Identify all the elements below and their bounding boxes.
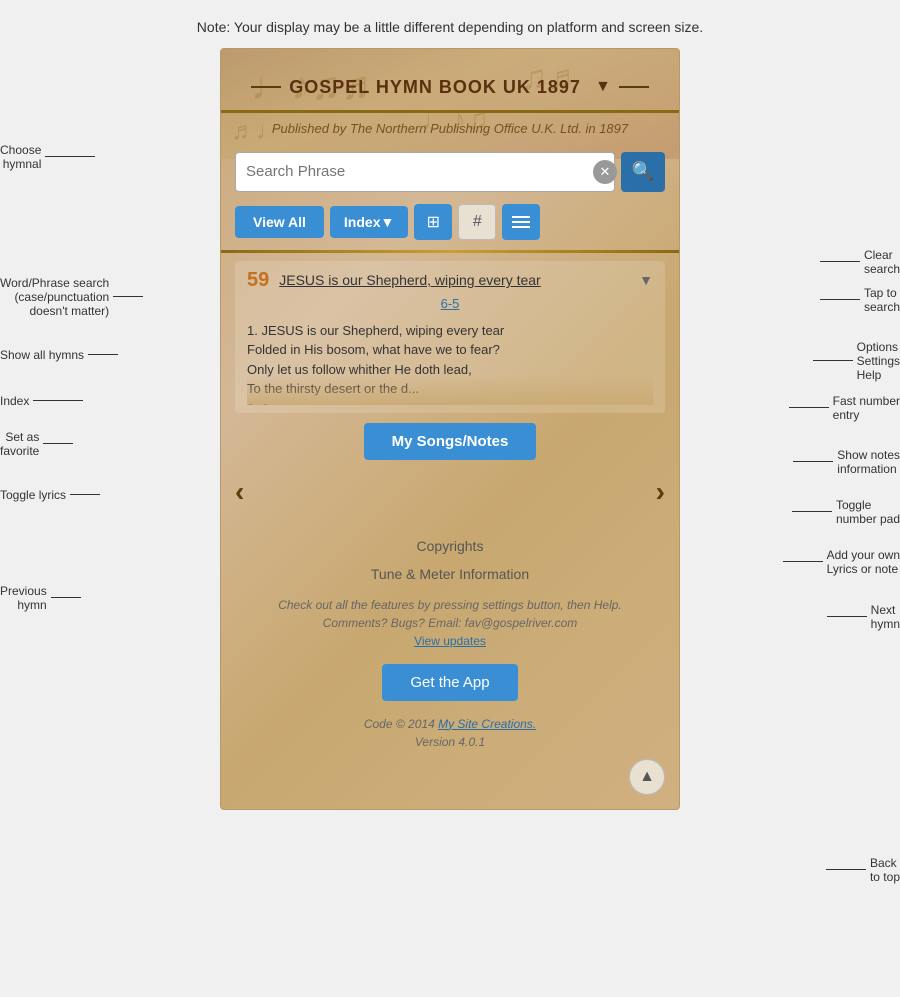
search-row: ✕ 🔍 (221, 146, 679, 200)
hymnal-title-content: GOSPEL HYMN BOOK UK 1897 ▼ (251, 77, 649, 98)
grid-icon: ⊞ (427, 212, 440, 232)
lyric-line-4: To the thirsty desert or the d... (247, 379, 653, 399)
version-line: Version 4.0.1 (241, 735, 659, 749)
annotation-clear-search: Clear search (820, 248, 900, 276)
annotation-choose-hymnal: Choose hymnal (0, 143, 95, 171)
clear-icon: ✕ (600, 164, 611, 180)
annotation-back-top: Back to top (826, 856, 900, 884)
hymn-ref[interactable]: 6-5 (247, 296, 653, 311)
bottom-section: Copyrights Tune & Meter Information Chec… (221, 522, 679, 805)
hymn-title[interactable]: JESUS is our Shepherd, wiping every tear (279, 272, 629, 288)
get-app-button[interactable]: Get the App (382, 664, 517, 701)
annotation-next-hymn: Next hymn (827, 603, 900, 631)
annotation-fast-number: Fast number entry (789, 394, 900, 422)
hymn-dropdown-icon[interactable]: ▼ (639, 272, 653, 288)
hamburger-icon (512, 216, 530, 228)
lyric-line-1: 1. JESUS is our Shepherd, wiping every t… (247, 321, 653, 341)
hymnal-title-bar[interactable]: GOSPEL HYMN BOOK UK 1897 ▼ (221, 49, 679, 113)
view-all-button[interactable]: View All (235, 206, 324, 238)
publisher-line: Published by The Northern Publishing Off… (221, 113, 679, 146)
title-line-right (619, 86, 649, 88)
menu-button[interactable] (502, 204, 540, 240)
up-arrow-icon: ▲ (639, 768, 655, 786)
my-site-link[interactable]: My Site Creations. (438, 717, 536, 731)
search-icon: 🔍 (632, 161, 654, 182)
hash-icon: # (473, 213, 482, 231)
search-clear-button[interactable]: ✕ (593, 160, 617, 184)
code-line: Code © 2014 My Site Creations. (241, 717, 659, 731)
divider-line (221, 250, 679, 253)
nav-row: ‹ › (221, 470, 679, 522)
app-frame: ♩♪♫♬ ♩♪♫ ♬♩ ♫♬ GOSPEL HYMN BOOK UK 1897 … (220, 48, 680, 810)
annotation-word-phrase: Word/Phrase search (case/punctuation doe… (0, 276, 143, 318)
hymn-number: 59 (247, 269, 269, 292)
lyric-line-5: 2. Jesu... (247, 399, 653, 405)
copyrights-link[interactable]: Copyrights (241, 538, 659, 554)
hymn-lyrics-text: 1. JESUS is our Shepherd, wiping every t… (247, 321, 653, 405)
hymnal-title: GOSPEL HYMN BOOK UK 1897 (289, 77, 581, 98)
grid-button[interactable]: ⊞ (414, 204, 452, 240)
annotation-show-notes: Show notes information (793, 448, 900, 476)
footer-note-1: Check out all the features by pressing s… (241, 598, 659, 612)
footer-note-2: Comments? Bugs? Email: fav@gospelriver.c… (241, 616, 659, 630)
content-area: Choose hymnal Word/Phrase search (case/p… (0, 48, 900, 810)
back-to-top-button[interactable]: ▲ (629, 759, 665, 795)
code-text: Code © 2014 (364, 717, 435, 731)
hash-button[interactable]: # (458, 204, 496, 240)
search-go-button[interactable]: 🔍 (621, 152, 665, 192)
top-note: Note: Your display may be a little diffe… (0, 0, 900, 48)
my-songs-button[interactable]: My Songs/Notes (364, 423, 537, 460)
index-button[interactable]: Index▼ (330, 206, 408, 238)
annotation-index: Index (0, 394, 83, 408)
page-wrapper: Note: Your display may be a little diffe… (0, 0, 900, 810)
hymnal-dropdown-arrow: ▼ (595, 78, 611, 96)
title-line-left (251, 86, 281, 88)
annotation-add-lyrics: Add your own Lyrics or note (783, 548, 900, 576)
hymn-header: 59 JESUS is our Shepherd, wiping every t… (247, 269, 653, 292)
lyric-line-3: Only let us follow whither He doth lead, (247, 360, 653, 380)
annotation-toggle-lyrics: Toggle lyrics (0, 488, 100, 502)
annotation-tap-search: Tap to search (820, 286, 900, 314)
view-updates-link[interactable]: View updates (241, 634, 659, 648)
lyric-line-2: Folded in His bosom, what have we to fea… (247, 340, 653, 360)
annotation-show-all: Show all hymns (0, 348, 118, 362)
search-input[interactable] (235, 152, 615, 192)
hymn-entry: 59 JESUS is our Shepherd, wiping every t… (235, 261, 665, 413)
tune-meter-link[interactable]: Tune & Meter Information (241, 566, 659, 582)
annotation-previous-hymn: Previous hymn (0, 584, 81, 612)
app-frame-inner: ♩♪♫♬ ♩♪♫ ♬♩ ♫♬ GOSPEL HYMN BOOK UK 1897 … (221, 49, 679, 809)
button-row: View All Index▼ ⊞ # (221, 200, 679, 250)
annotation-options: Options Settings Help (813, 340, 900, 382)
hymn-lyrics: 1. JESUS is our Shepherd, wiping every t… (247, 315, 653, 405)
prev-hymn-button[interactable]: ‹ (235, 476, 244, 508)
annotation-toggle-numpad: Toggle number pad (792, 498, 900, 526)
next-hymn-button[interactable]: › (656, 476, 665, 508)
annotation-set-favorite: Set as favorite (0, 430, 73, 458)
